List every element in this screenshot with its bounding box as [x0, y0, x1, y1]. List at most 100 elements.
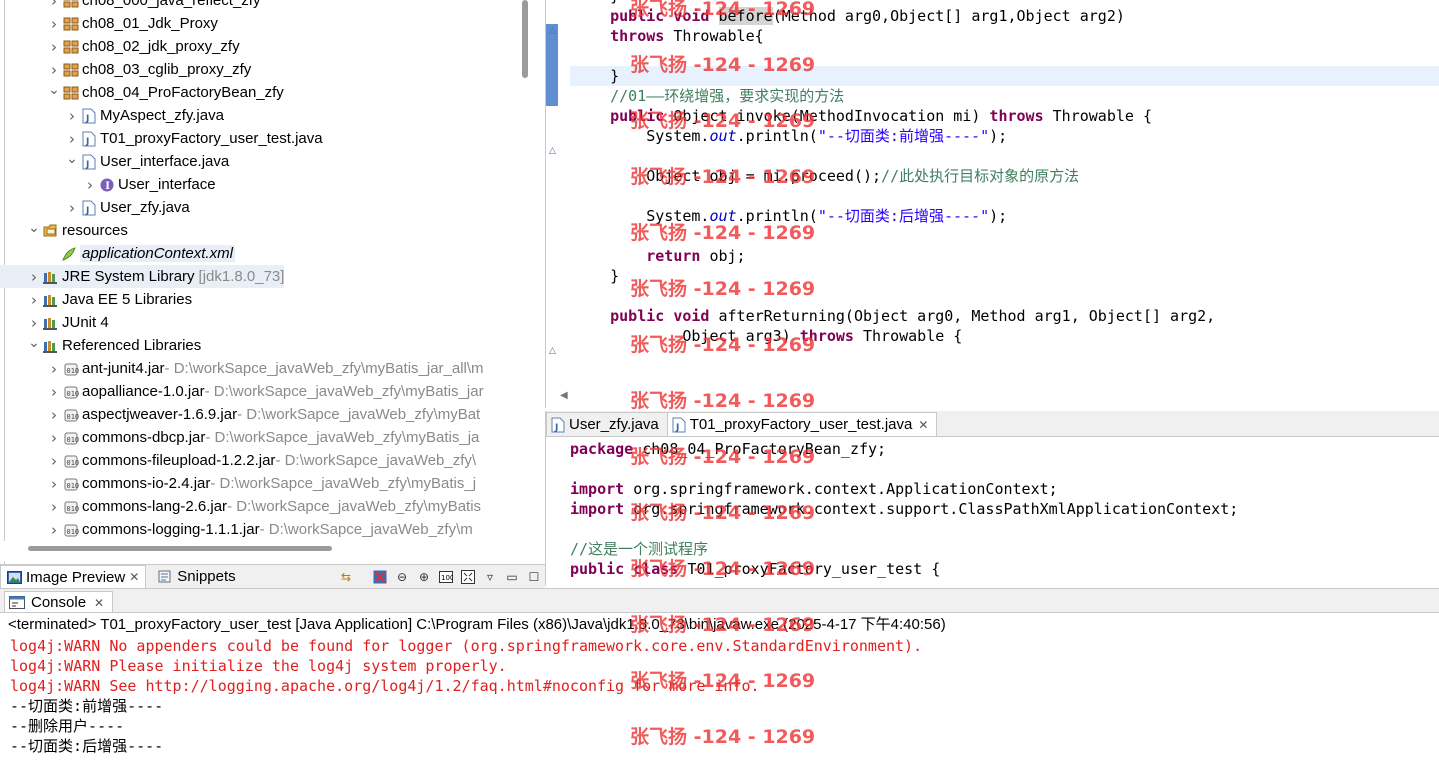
collapsed-arrow-icon[interactable]: › — [46, 521, 62, 539]
collapsed-arrow-icon[interactable]: › — [46, 61, 62, 79]
tree-item[interactable]: › ch08_03_cglib_proxy_zfy — [0, 58, 251, 81]
collapsed-arrow-icon[interactable]: › — [46, 38, 62, 56]
collapsed-arrow-icon[interactable]: › — [46, 0, 62, 10]
code-line[interactable]: import org.springframework.context.Appli… — [570, 479, 1058, 499]
package-icon — [63, 62, 79, 78]
fold-collapse-icon[interactable]: △ — [549, 146, 556, 156]
tab-t01-proxyfactory-test[interactable]: J T01_proxyFactory_user_test.java ✕ — [666, 412, 938, 436]
tree-item[interactable]: ⌄ Referenced Libraries — [0, 334, 201, 357]
collapsed-arrow-icon[interactable]: › — [46, 475, 62, 493]
tree-item[interactable]: › 010 commons-fileupload-1.2.2.jar - D:\wo… — [0, 449, 476, 472]
tree-item-label: aspectjweaver-1.6.9.jar — [82, 406, 238, 423]
close-icon[interactable]: ✕ — [129, 570, 139, 584]
code-line[interactable]: return obj; — [574, 246, 745, 266]
tab-console[interactable]: Console ✕ — [4, 591, 114, 613]
editor-tabbar: J User_zfy.java J T01_proxyFactory_user_… — [545, 411, 1439, 437]
java-file-icon: J — [81, 131, 97, 147]
explorer-vertical-scrollbar[interactable] — [522, 0, 528, 78]
tree-item-path: - D:\workSapce_javaWeb_zfy\myBatis_ja — [205, 429, 480, 446]
console-output-line: --切面类:前增强---- — [10, 697, 164, 715]
refresh-icon[interactable]: ⇆ — [337, 568, 355, 586]
tree-item[interactable]: › 010 commons-lang-2.6.jar - D:\workSapce_… — [0, 495, 481, 518]
tree-item[interactable]: › ch08_000_java_reflect_zfy — [0, 0, 260, 12]
collapsed-arrow-icon[interactable]: › — [46, 383, 62, 401]
jar-icon: 010 — [63, 384, 79, 400]
code-line[interactable]: } — [574, 266, 619, 286]
java-file-icon: J — [81, 108, 97, 124]
collapsed-arrow-icon[interactable]: › — [26, 314, 42, 332]
watermark-text: 张飞扬 -124 - 1269 — [630, 110, 816, 132]
expanded-arrow-icon[interactable]: ⌄ — [46, 83, 62, 97]
tree-item[interactable]: › 010 commons-logging-1.1.1.jar - D:\workS… — [0, 518, 473, 541]
console-output-line: --删除用户---- — [10, 717, 125, 735]
fold-collapse-icon[interactable]: △ — [549, 26, 556, 36]
tree-item[interactable]: › JRE System Library [jdk1.8.0_73] — [0, 265, 285, 288]
tree-item[interactable]: applicationContext.xml — [0, 242, 235, 265]
tree-item[interactable]: › Java EE 5 Libraries — [0, 288, 192, 311]
collapsed-arrow-icon[interactable]: › — [46, 498, 62, 516]
tab-image-preview[interactable]: Image Preview ✕ — [0, 564, 147, 589]
expanded-arrow-icon[interactable]: ⌄ — [64, 152, 80, 166]
collapsed-arrow-icon[interactable]: › — [46, 15, 62, 33]
tree-item-path: - D:\workSapce_javaWeb_zfy\myBatis_jar — [204, 383, 484, 400]
svg-text:010: 010 — [67, 436, 80, 444]
tree-item[interactable]: › J MyAspect_zfy.java — [0, 104, 224, 127]
tree-item[interactable]: › J T01_proxyFactory_user_test.java — [0, 127, 323, 150]
image-preview-tabbar: Image Preview ✕ Snippets ⇆ ⊖ ⊕ 100 ▿ ▭ ☐ — [0, 564, 545, 589]
collapsed-arrow-icon[interactable]: › — [46, 406, 62, 424]
tree-item[interactable]: › 010 aopalliance-1.0.jar - D:\workSapce_j… — [0, 380, 484, 403]
expanded-arrow-icon[interactable]: ⌄ — [26, 221, 42, 235]
code-line[interactable]: } — [574, 66, 619, 86]
fit-icon[interactable] — [459, 568, 477, 586]
code-line[interactable]: public void afterReturning(Object arg0, … — [574, 306, 1215, 326]
tree-item[interactable]: › J User_zfy.java — [0, 196, 190, 219]
tree-item[interactable]: › JUnit 4 — [0, 311, 109, 334]
tree-item[interactable]: › 010 commons-io-2.4.jar - D:\workSapce_ja… — [0, 472, 476, 495]
zoom-out-icon[interactable]: ⊖ — [393, 568, 411, 586]
collapsed-arrow-icon[interactable]: › — [46, 429, 62, 447]
java-file-icon: J — [81, 200, 97, 216]
minimize-icon[interactable]: ▭ — [503, 568, 521, 586]
maximize-icon[interactable]: ☐ — [525, 568, 543, 586]
fold-collapse-icon[interactable]: △ — [549, 346, 556, 356]
original-size-icon[interactable]: 100 — [437, 568, 455, 586]
svg-text:010: 010 — [67, 413, 80, 421]
tree-item[interactable]: › ch08_01_Jdk_Proxy — [0, 12, 218, 35]
code-line[interactable]: //01——环绕增强，要求实现的方法 — [574, 86, 844, 106]
tree-item[interactable]: › 010 ant-junit4.jar - D:\workSapce_javaWe… — [0, 357, 484, 380]
tree-item-label: commons-io-2.4.jar — [82, 475, 211, 492]
collapsed-arrow-icon[interactable]: › — [64, 199, 80, 217]
tab-snippets[interactable]: Snippets — [152, 565, 241, 589]
close-icon[interactable]: ✕ — [918, 418, 928, 432]
tree-item[interactable]: › 010 aspectjweaver-1.6.9.jar - D:\workSap… — [0, 403, 480, 426]
collapsed-arrow-icon[interactable]: › — [82, 176, 98, 194]
tab-t01-label: T01_proxyFactory_user_test.java — [689, 416, 913, 433]
explorer-horizontal-scrollbar[interactable] — [28, 546, 332, 551]
collapsed-arrow-icon[interactable]: › — [64, 107, 80, 125]
collapsed-arrow-icon[interactable]: › — [46, 452, 62, 470]
tree-item-label: aopalliance-1.0.jar — [82, 383, 205, 400]
image-toggle-icon[interactable] — [371, 568, 389, 586]
collapsed-arrow-icon[interactable]: › — [46, 360, 62, 378]
tree-item-path: - D:\workSapce_javaWeb_zfy\myBatis — [227, 498, 482, 515]
collapsed-arrow-icon[interactable]: › — [26, 268, 42, 286]
tree-item[interactable]: › ch08_02_jdk_proxy_zfy — [0, 35, 240, 58]
tree-item[interactable]: › 010 commons-dbcp.jar - D:\workSapce_java… — [0, 426, 479, 449]
tree-item[interactable]: ⌄ resources — [0, 219, 128, 242]
tree-item[interactable]: ⌄ J User_interface.java — [0, 150, 229, 173]
watermark-text: 张飞扬 -124 - 1269 — [630, 558, 816, 580]
code-line[interactable]: throws Throwable{ — [574, 26, 764, 46]
expanded-arrow-icon[interactable]: ⌄ — [26, 336, 42, 350]
collapsed-arrow-icon[interactable]: › — [26, 291, 42, 309]
tree-item[interactable]: › I User_interface — [0, 173, 216, 196]
zoom-in-icon[interactable]: ⊕ — [415, 568, 433, 586]
collapsed-arrow-icon[interactable]: › — [64, 130, 80, 148]
jar-icon: 010 — [63, 499, 79, 515]
scroll-left-icon[interactable]: ◀ — [560, 390, 568, 401]
close-icon[interactable]: ✕ — [94, 596, 104, 610]
view-menu-icon[interactable]: ▿ — [481, 568, 499, 586]
tree-item-label: commons-fileupload-1.2.2.jar — [82, 452, 276, 469]
tab-user-zfy-java[interactable]: J User_zfy.java — [546, 412, 668, 436]
tree-item[interactable]: ⌄ ch08_04_ProFactoryBean_zfy — [0, 81, 284, 104]
svg-text:J: J — [554, 423, 558, 433]
